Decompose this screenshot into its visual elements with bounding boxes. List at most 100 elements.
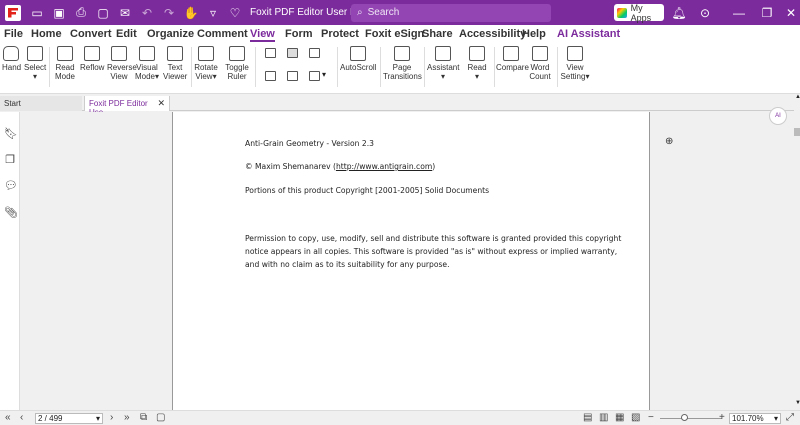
menu-edit[interactable]: Edit xyxy=(116,28,137,40)
copyright-suffix: ) xyxy=(432,162,436,171)
page-transitions-button[interactable]: Page Transitions xyxy=(383,46,422,81)
first-page-icon[interactable]: « xyxy=(5,412,11,423)
word-count-label-2: Count xyxy=(529,72,551,81)
ribbon-separator xyxy=(424,47,425,87)
zoom-slider-thumb[interactable] xyxy=(681,414,689,421)
ai-assistant-icon[interactable]: AI xyxy=(769,107,787,125)
reverse-view-label-2: View xyxy=(110,72,128,81)
zoom-in-icon[interactable]: + xyxy=(719,412,725,423)
zoom-level-value: 101.70% xyxy=(732,414,764,423)
print-icon[interactable]: ⎙ xyxy=(70,0,92,25)
mail-icon[interactable]: ✉ xyxy=(114,0,136,25)
autoscroll-button[interactable]: AutoScroll xyxy=(340,46,376,72)
page-number-input[interactable]: 2 / 499 ▾ xyxy=(35,413,103,424)
word-count-button[interactable]: Word Count xyxy=(528,46,552,81)
read-mode-button[interactable]: Read Mode xyxy=(53,46,77,81)
save-icon[interactable]: ▣ xyxy=(48,0,70,25)
read-button[interactable]: Read ▾ xyxy=(465,46,489,81)
text-viewer-button[interactable]: Text Viewer xyxy=(163,46,187,81)
rotate-view-icon xyxy=(198,46,214,61)
text-viewer-label-2: Viewer xyxy=(163,72,188,81)
new-doc-icon[interactable]: ▢ xyxy=(92,0,114,25)
menu-home[interactable]: Home xyxy=(31,28,62,40)
scroll-up-icon[interactable]: ▲ xyxy=(795,94,800,100)
comments-icon[interactable]: 💬︎ xyxy=(4,180,18,192)
doc-line-portions: Portions of this product Copyright [2001… xyxy=(245,186,490,195)
continuous-facing-status-icon[interactable]: ▧ xyxy=(631,412,640,423)
document-tab-bar: Start Foxit PDF Editor Use... ✕ xyxy=(0,94,800,117)
title-bar: ▭ ▣ ⎙ ▢ ✉ ↶ ↷ ✋ ▿ ♡ Foxit PDF Editor Use… xyxy=(0,0,800,25)
zoom-out-icon[interactable]: − xyxy=(648,412,654,423)
view-setting-icon xyxy=(567,46,583,61)
menu-file[interactable]: File xyxy=(4,28,23,40)
cover-page-icon[interactable] xyxy=(287,71,298,81)
compare-button[interactable]: Compare xyxy=(496,46,529,72)
hand-icon xyxy=(3,46,19,61)
continuous-page-icon[interactable] xyxy=(287,48,298,58)
facing-status-icon[interactable]: ▦ xyxy=(615,412,624,423)
single-page-icon[interactable] xyxy=(265,48,276,58)
rotate-view-button[interactable]: Rotate View▾ xyxy=(194,46,218,81)
previous-page-icon[interactable]: ‹ xyxy=(20,412,23,423)
search-input[interactable]: ⌕ Search xyxy=(351,3,551,22)
menu-convert[interactable]: Convert xyxy=(70,28,112,40)
my-apps-label: My Apps xyxy=(630,2,652,23)
tab-start[interactable]: Start xyxy=(0,96,82,111)
minimize-icon[interactable]: — xyxy=(728,0,750,25)
pages-icon[interactable]: ❐ xyxy=(4,154,16,166)
menu-view[interactable]: View xyxy=(250,28,275,42)
view-setting-button[interactable]: View Setting▾ xyxy=(560,46,590,81)
zoom-dropdown-icon[interactable]: ▾ xyxy=(774,414,778,423)
page-dropdown-icon[interactable]: ▾ xyxy=(96,414,100,423)
reflow-label: Reflow xyxy=(80,63,105,72)
customize-icon[interactable]: ▿ xyxy=(202,0,224,25)
menu-protect[interactable]: Protect xyxy=(321,28,359,40)
continuous-status-icon[interactable]: ▥ xyxy=(599,412,608,423)
split-dropdown-icon[interactable]: ▾ xyxy=(322,70,326,79)
split-view-icon[interactable] xyxy=(309,71,320,81)
next-page-icon[interactable]: › xyxy=(110,412,113,423)
menu-accessibility[interactable]: Accessibility xyxy=(459,28,526,40)
menu-form[interactable]: Form xyxy=(285,28,313,40)
undo-icon[interactable]: ↶ xyxy=(136,0,158,25)
menu-foxit-esign[interactable]: Foxit eSign xyxy=(365,28,424,40)
compare-label: Compare xyxy=(496,63,529,72)
menu-ai-assistant[interactable]: AI Assistant xyxy=(557,28,620,40)
menu-organize[interactable]: Organize xyxy=(147,28,194,40)
zoom-level-input[interactable]: 101.70% ▾ xyxy=(729,413,781,424)
tab-document[interactable]: Foxit PDF Editor Use... ✕ xyxy=(84,96,170,117)
close-icon[interactable]: ✕ xyxy=(780,0,800,25)
facing-page-icon[interactable] xyxy=(309,48,320,58)
reflow-button[interactable]: Reflow xyxy=(80,46,104,72)
redo-icon[interactable]: ↷ xyxy=(158,0,180,25)
menu-share[interactable]: Share xyxy=(422,28,453,40)
menu-help[interactable]: Help xyxy=(522,28,546,40)
previous-view-icon[interactable]: ⧉ xyxy=(140,412,147,423)
scroll-down-icon[interactable]: ▼ xyxy=(795,400,800,406)
menu-comment[interactable]: Comment xyxy=(197,28,248,40)
restore-icon[interactable]: ❐ xyxy=(756,0,778,25)
visual-mode-button[interactable]: Visual Mode▾ xyxy=(134,46,160,81)
last-page-icon[interactable]: » xyxy=(124,412,130,423)
zoom-slider-track[interactable] xyxy=(660,418,722,419)
attachment-icon[interactable]: 📎︎ xyxy=(4,207,18,219)
hand-tool-icon[interactable]: ✋ xyxy=(180,0,202,25)
bookmark-icon[interactable]: 🔖︎ xyxy=(4,128,18,140)
continuous-facing-icon[interactable] xyxy=(265,71,276,81)
account-icon[interactable]: ⊙ xyxy=(694,0,716,25)
open-folder-icon[interactable]: ▭ xyxy=(26,0,48,25)
vertical-scrollbar[interactable]: ▲ ▼ xyxy=(794,94,800,410)
antigrain-link[interactable]: http://www.antigrain.com xyxy=(336,162,432,171)
fit-window-icon[interactable]: ⤢ xyxy=(786,412,794,423)
select-button[interactable]: Select ▾ xyxy=(24,46,46,81)
hand-button[interactable]: Hand xyxy=(2,46,21,72)
toggle-ruler-button[interactable]: Toggle Ruler xyxy=(225,46,249,81)
assistant-button[interactable]: Assistant ▾ xyxy=(427,46,459,81)
my-apps-button[interactable]: My Apps xyxy=(614,2,664,23)
bell-icon[interactable]: 🔔︎ xyxy=(668,0,690,25)
scroll-thumb[interactable] xyxy=(794,128,800,136)
close-tab-icon[interactable]: ✕ xyxy=(157,98,165,109)
next-view-icon[interactable]: ▢ xyxy=(156,412,165,423)
reverse-view-button[interactable]: Reverse View xyxy=(107,46,137,81)
single-page-status-icon[interactable]: ▤ xyxy=(583,412,592,423)
